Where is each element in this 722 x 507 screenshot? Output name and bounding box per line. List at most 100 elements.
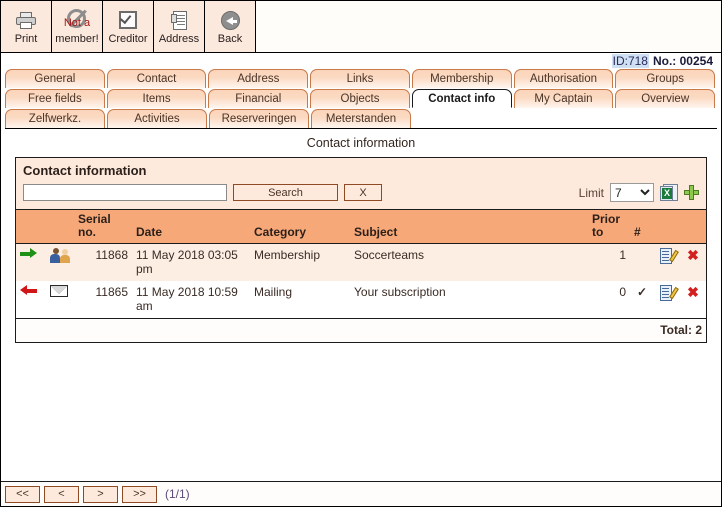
print-button-label: Print — [14, 33, 38, 45]
edit-cell[interactable] — [654, 243, 680, 281]
creditor-button-label: Creditor — [108, 33, 148, 45]
col-serial-line2: no. — [78, 225, 96, 239]
table-total-row: Total: 2 — [16, 318, 706, 342]
tab-address[interactable]: Address — [208, 69, 309, 88]
tab-activities[interactable]: Activities — [107, 109, 207, 128]
tab-row-3: Zelfwerkz. Activities Reserveringen Mete… — [5, 109, 717, 128]
delete-cell[interactable]: ✖ — [680, 281, 706, 319]
col-date: Date — [132, 209, 250, 244]
pagination-bar: << < > >> (1/1) — [1, 481, 721, 506]
tab-general-label: General — [34, 73, 76, 85]
table-header-row: Serial no. Date Category Subject Prior t… — [16, 209, 706, 244]
tab-general[interactable]: General — [5, 69, 105, 88]
edit-icon[interactable] — [659, 285, 679, 301]
tab-contact-label: Contact — [136, 73, 177, 85]
delete-icon[interactable]: ✖ — [687, 284, 699, 300]
col-category: Category — [250, 209, 350, 244]
direction-cell — [16, 243, 46, 281]
previous-page-button[interactable]: < — [44, 485, 79, 503]
tab-meterstanden-label: Meterstanden — [325, 113, 397, 125]
col-hash: # — [630, 209, 654, 244]
clear-search-button[interactable]: X — [344, 184, 382, 201]
tab-zelfwerkz[interactable]: Zelfwerkz. — [5, 109, 105, 128]
subject-cell: Your subscription — [350, 281, 588, 319]
add-record-icon[interactable] — [684, 185, 699, 200]
tab-authorisation[interactable]: Authorisation — [513, 69, 614, 88]
hash-cell — [630, 243, 654, 281]
search-input[interactable] — [23, 184, 227, 201]
tab-overview[interactable]: Overview — [615, 89, 716, 108]
table-row[interactable]: 11865 11 May 2018 10:59 am Mailing Your … — [16, 281, 706, 319]
limit-select[interactable]: 7 — [610, 183, 654, 202]
tab-overview-label: Overview — [641, 93, 690, 105]
panel-title: Contact information — [23, 163, 147, 178]
back-button[interactable]: Back — [205, 1, 256, 52]
delete-icon[interactable]: ✖ — [687, 247, 699, 263]
tab-free-fields-label: Free fields — [28, 93, 82, 105]
prior-to-cell: 1 — [588, 243, 630, 281]
excel-export-icon[interactable]: X — [660, 183, 678, 202]
tab-activities-label: Activities — [134, 113, 180, 125]
panel-header: Contact information Search X Limit 7 X — [16, 158, 706, 209]
col-delete — [680, 209, 706, 244]
page-title: Contact information — [306, 136, 416, 150]
back-button-label: Back — [217, 33, 243, 45]
record-number: No.: 00254 — [652, 54, 713, 68]
record-identifier-bar: ID:718 No.: 00254 — [1, 53, 721, 69]
edit-cell[interactable] — [654, 281, 680, 319]
type-cell — [46, 243, 74, 281]
delete-cell[interactable]: ✖ — [680, 243, 706, 281]
table-body: 11868 11 May 2018 03:05 pm Membership So… — [16, 243, 706, 342]
serial-no-cell: 11865 — [74, 281, 132, 319]
tab-contact-info[interactable]: Contact info — [411, 89, 512, 108]
tab-contact[interactable]: Contact — [106, 69, 207, 88]
search-button[interactable]: Search — [233, 184, 338, 201]
tab-bar-underline — [5, 128, 717, 129]
panel-toolbar: Search X Limit 7 X — [23, 183, 699, 206]
tab-objects[interactable]: Objects — [310, 89, 410, 108]
tab-financial-label: Financial — [235, 93, 282, 105]
tab-links[interactable]: Links — [310, 69, 410, 88]
col-edit — [654, 209, 680, 244]
next-page-button[interactable]: > — [83, 485, 118, 503]
table-row[interactable]: 11868 11 May 2018 03:05 pm Membership So… — [16, 243, 706, 281]
category-cell: Membership — [250, 243, 350, 281]
hash-cell: ✓ — [630, 281, 654, 319]
first-page-button[interactable]: << — [5, 485, 40, 503]
edit-icon[interactable] — [659, 248, 679, 264]
tab-bar: General Contact Address Links Membership… — [1, 69, 721, 128]
col-prior-line2: to — [592, 225, 604, 239]
printer-icon — [16, 8, 36, 32]
tab-row-1: General Contact Address Links Membership… — [5, 69, 717, 88]
tab-my-captain-label: My Captain — [534, 93, 593, 105]
toolbar-empty-area — [256, 1, 721, 52]
back-icon — [220, 8, 240, 32]
tab-membership-label: Membership — [430, 73, 494, 85]
address-icon — [171, 8, 187, 32]
creditor-button[interactable]: Creditor — [103, 1, 154, 52]
type-cell — [46, 281, 74, 319]
tab-groups[interactable]: Groups — [615, 69, 716, 88]
address-button[interactable]: Address — [154, 1, 205, 52]
not-a-member-button[interactable]: Not a member! — [52, 1, 103, 52]
tab-items[interactable]: Items — [106, 89, 207, 108]
tab-meterstanden[interactable]: Meterstanden — [311, 109, 411, 128]
tab-items-label: Items — [142, 93, 171, 105]
tab-membership[interactable]: Membership — [411, 69, 512, 88]
last-page-button[interactable]: >> — [122, 485, 157, 503]
subject-cell: Soccerteams — [350, 243, 588, 281]
tab-reserveringen[interactable]: Reserveringen — [209, 109, 309, 128]
col-serial-line1: Serial — [78, 212, 111, 226]
tab-links-label: Links — [346, 73, 374, 85]
date-cell: 11 May 2018 10:59 am — [132, 281, 250, 319]
tab-free-fields[interactable]: Free fields — [5, 89, 105, 108]
tab-my-captain[interactable]: My Captain — [513, 89, 614, 108]
not-a-member-button-label: member! — [55, 33, 99, 45]
tab-financial[interactable]: Financial — [208, 89, 309, 108]
table-header: Serial no. Date Category Subject Prior t… — [16, 209, 706, 244]
col-serial-no: Serial no. — [74, 209, 132, 244]
prior-to-cell: 0 — [588, 281, 630, 319]
total-count: Total: 2 — [16, 318, 706, 342]
col-subject: Subject — [350, 209, 588, 244]
print-button[interactable]: Print — [1, 1, 52, 52]
